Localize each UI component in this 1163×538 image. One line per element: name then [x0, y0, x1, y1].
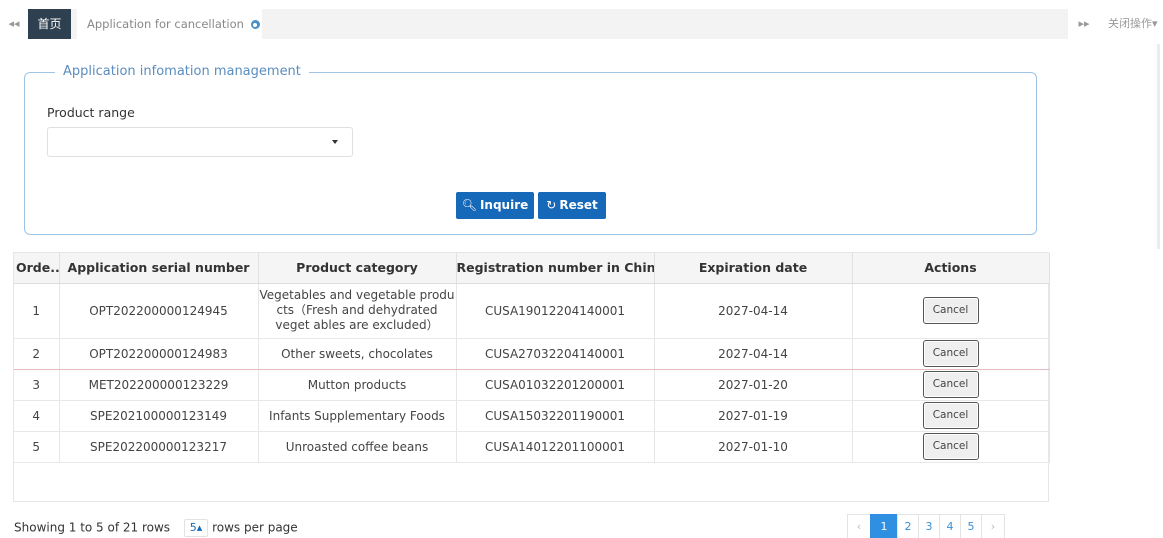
cell-registration-number: CUSA14012201100001: [456, 431, 655, 463]
cell-order: 4: [14, 400, 60, 432]
showing-rows-text: Showing 1 to 5 of 21 rows: [14, 520, 171, 535]
table-row: 1 OPT202200000124945 Vegetables and vege…: [14, 283, 1050, 339]
cell-order: 3: [14, 369, 60, 401]
search-icon: 🔍︎: [461, 198, 477, 212]
cell-serial-number: MET202200000123229: [59, 369, 259, 401]
page-5-button[interactable]: 5: [960, 514, 982, 538]
reset-button[interactable]: ↻ Reset: [538, 192, 606, 219]
tab-label: Application for cancellation: [87, 17, 244, 31]
cell-registration-number: CUSA01032201200001: [456, 369, 655, 401]
page-3-button[interactable]: 3: [918, 514, 940, 538]
category-text: Vegetables and vegetable produ cts（Fresh…: [259, 288, 455, 332]
page-size-dropdown[interactable]: 5▴: [184, 519, 209, 537]
cell-order: 2: [14, 338, 60, 370]
cell-expiration-date: 2027-01-19: [654, 400, 853, 432]
cancel-button[interactable]: Cancel: [922, 402, 979, 429]
tab-scroll-left-icon[interactable]: ◂◂: [4, 9, 24, 39]
cell-serial-number: SPE202200000123217: [59, 431, 259, 463]
cell-actions: Cancel: [852, 283, 1050, 339]
search-panel: Application infomation management Produc…: [24, 63, 1037, 235]
inquire-label: Inquire: [479, 198, 529, 212]
results-table: Orde... Application serial number Produc…: [13, 252, 1050, 502]
cell-actions: Cancel: [852, 431, 1050, 463]
tab-bar: ◂◂ 首页 Application for cancellation ▸▸ 关闭…: [0, 9, 1163, 39]
tab-application-for-cancellation[interactable]: Application for cancellation: [77, 9, 262, 39]
table-row: 5 SPE202200000123217 Unroasted coffee be…: [14, 431, 1050, 463]
table-row: 3 MET202200000123229 Mutton products CUS…: [14, 369, 1050, 401]
caret-down-icon: [332, 140, 338, 144]
product-range-label: Product range: [47, 105, 135, 120]
reset-label: Reset: [559, 198, 598, 212]
scrollbar[interactable]: [1157, 44, 1160, 249]
cell-serial-number: OPT202200000124983: [59, 338, 259, 370]
cell-actions: Cancel: [852, 369, 1050, 401]
cell-product-category: Unroasted coffee beans: [258, 431, 457, 463]
cell-expiration-date: 2027-04-14: [654, 283, 853, 339]
cell-product-category: Other sweets, chocolates: [258, 338, 457, 370]
cell-expiration-date: 2027-04-14: [654, 338, 853, 370]
cell-registration-number: CUSA19012204140001: [456, 283, 655, 339]
table-row: 2 OPT202200000124983 Other sweets, choco…: [14, 338, 1050, 370]
cancel-button[interactable]: Cancel: [922, 433, 979, 460]
cancel-button[interactable]: Cancel: [922, 340, 979, 367]
cell-order: 5: [14, 431, 60, 463]
pagination: ‹ 1 2 3 4 5 ›: [847, 514, 1005, 538]
header-registration-number[interactable]: Registration number in China: [456, 253, 655, 284]
header-serial-number[interactable]: Application serial number: [59, 253, 259, 284]
cell-registration-number: CUSA27032204140001: [456, 338, 655, 370]
cell-actions: Cancel: [852, 400, 1050, 432]
header-product-category[interactable]: Product category: [258, 253, 457, 284]
page-size-value: 5: [189, 521, 197, 534]
tab-scroll-right-icon[interactable]: ▸▸: [1074, 9, 1094, 39]
panel-legend: Application infomation management: [55, 63, 309, 81]
header-expiration-date[interactable]: Expiration date: [654, 253, 853, 284]
cell-registration-number: CUSA15032201190001: [456, 400, 655, 432]
cancel-button[interactable]: Cancel: [922, 371, 979, 398]
page-1-button[interactable]: 1: [870, 514, 898, 538]
cell-serial-number: OPT202200000124945: [59, 283, 259, 339]
cell-expiration-date: 2027-01-20: [654, 369, 853, 401]
prev-page-button[interactable]: ‹: [847, 514, 871, 538]
cell-actions: Cancel: [852, 338, 1050, 370]
inquire-button[interactable]: 🔍︎ Inquire: [456, 192, 534, 219]
table-row: 4 SPE202100000123149 Infants Supplementa…: [14, 400, 1050, 432]
tab-strip: 首页 Application for cancellation: [28, 9, 1068, 39]
page-2-button[interactable]: 2: [897, 514, 919, 538]
tab-home[interactable]: 首页: [28, 9, 71, 39]
cell-serial-number: SPE202100000123149: [59, 400, 259, 432]
cell-product-category: Mutton products: [258, 369, 457, 401]
rows-per-page-text: rows per page: [212, 520, 298, 535]
cell-expiration-date: 2027-01-10: [654, 431, 853, 463]
table-header-row: Orde... Application serial number Produc…: [14, 253, 1050, 284]
header-order[interactable]: Orde...: [14, 253, 60, 284]
pagination-info: Showing 1 to 5 of 21 rows 5▴ rows per page: [14, 519, 298, 537]
next-page-button[interactable]: ›: [981, 514, 1005, 538]
close-icon[interactable]: [250, 20, 260, 29]
page-4-button[interactable]: 4: [939, 514, 961, 538]
cell-product-category: Vegetables and vegetable produ cts（Fresh…: [258, 283, 457, 339]
cell-order: 1: [14, 283, 60, 339]
cell-product-category: Infants Supplementary Foods: [258, 400, 457, 432]
product-range-select[interactable]: [47, 127, 353, 157]
cancel-button[interactable]: Cancel: [922, 297, 979, 324]
refresh-icon: ↻: [546, 198, 557, 212]
header-actions: Actions: [852, 253, 1050, 284]
close-operations-menu[interactable]: 关闭操作▾: [1108, 9, 1163, 39]
